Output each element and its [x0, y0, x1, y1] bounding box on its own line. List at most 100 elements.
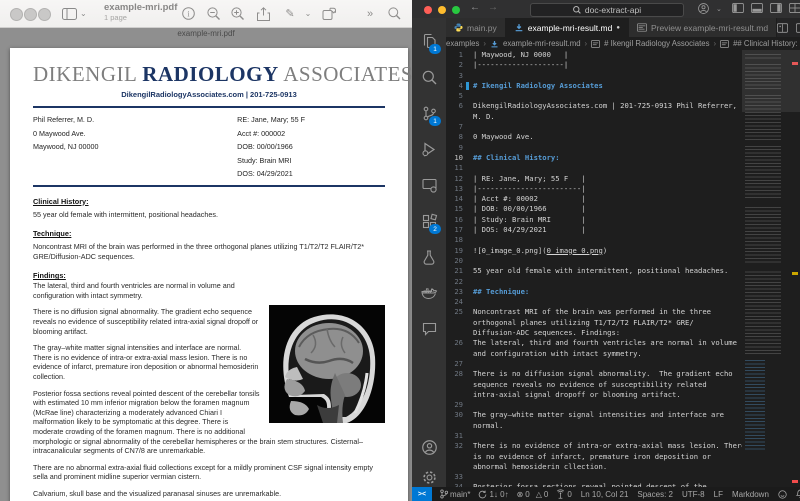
indentation[interactable]: Spaces: 2 [637, 490, 673, 499]
markup-button[interactable]: ✎ [282, 6, 298, 21]
editor-line[interactable]: sequence reveals no evidence of suscepti… [446, 380, 742, 390]
editor-line[interactable]: is no evidence of infarct, premature iro… [446, 452, 742, 462]
toggle-panel-icon[interactable] [751, 3, 763, 13]
editor-line[interactable]: intra-axial signal dropoff or blooming a… [446, 390, 742, 400]
editor-line[interactable]: 30The gray–white matter signal intensiti… [446, 410, 742, 420]
eol-sequence[interactable]: LF [714, 490, 723, 499]
editor-line[interactable]: M. D. [446, 112, 742, 122]
editor-line[interactable]: 28There is no diffusion signal abnormali… [446, 369, 742, 379]
explorer-icon[interactable]: 1 [412, 26, 446, 56]
editor-line[interactable]: 31 [446, 431, 742, 441]
editor-line-heading[interactable]: 10## Clinical History: [446, 153, 742, 163]
search-icon[interactable] [412, 62, 446, 92]
zoom-in-button[interactable] [230, 6, 246, 21]
split-editor-icon[interactable] [796, 23, 800, 33]
open-changes-icon[interactable] [777, 23, 788, 33]
git-branch-status[interactable]: main* [440, 489, 470, 499]
run-debug-icon[interactable] [412, 134, 446, 164]
search-button[interactable] [386, 6, 402, 21]
editor-line[interactable]: 26The lateral, third and fourth ventricl… [446, 338, 742, 348]
sync-status[interactable]: 1↓ 0↑ [478, 490, 508, 499]
editor-line-heading[interactable]: 23## Technique: [446, 287, 742, 297]
breadcrumb-symbol-h2[interactable]: ## Clinical History: [733, 39, 798, 48]
minimap[interactable] [742, 50, 787, 487]
breadcrumb-folder[interactable]: examples [446, 39, 479, 48]
notifications-bell-icon[interactable] [796, 489, 800, 499]
editor-line[interactable]: 2|--------------------| [446, 60, 742, 70]
editor-line[interactable]: 29 [446, 400, 742, 410]
editor-line[interactable]: 2155 year old female with intermittent, … [446, 266, 742, 276]
breadcrumb-file[interactable]: example-mri-result.md [503, 39, 581, 48]
zoom-window-button[interactable] [38, 8, 51, 21]
encoding[interactable]: UTF-8 [682, 490, 705, 499]
editor-line[interactable]: 22 [446, 277, 742, 287]
editor-line-heading[interactable]: 4# Ikengil Radiology Associates [446, 81, 742, 91]
extensions-icon[interactable]: 2 [412, 206, 446, 236]
editor-line[interactable]: 24 [446, 297, 742, 307]
editor-line[interactable]: abnormal hemosiderin cllection. [446, 462, 742, 472]
editor-line[interactable]: 12| RE: Jane, Mary; 55 F | [446, 174, 742, 184]
ports-status[interactable]: 0 [556, 490, 571, 499]
editor-line[interactable]: orthogonal planes utilizing T1/T2/T2 FLA… [446, 318, 742, 328]
editor-line[interactable]: 1| Maywood, NJ 0000 | [446, 50, 742, 60]
editor-line[interactable]: Diffusion-ADC sequences. Findings: [446, 328, 742, 338]
go-back-button[interactable]: ← [470, 2, 480, 13]
source-control-icon[interactable]: 1 [412, 98, 446, 128]
minimize-window-button[interactable] [438, 6, 446, 14]
remote-indicator[interactable]: >< [412, 487, 432, 501]
cursor-position[interactable]: Ln 10, Col 21 [581, 490, 629, 499]
zoom-window-button[interactable] [452, 6, 460, 14]
info-button[interactable]: i [180, 6, 196, 21]
rotate-button[interactable] [321, 6, 337, 21]
editor-line[interactable]: 17| DOS: 04/29/2021 | [446, 225, 742, 235]
editor-line[interactable]: normal. [446, 421, 742, 431]
command-center-search[interactable]: doc-extract-api [530, 3, 684, 17]
testing-icon[interactable] [412, 242, 446, 272]
editor-line[interactable]: 11 [446, 163, 742, 173]
editor-line[interactable]: 32There is no evidence of intra-or extra… [446, 441, 742, 451]
editor-line[interactable]: 15| DOB: 00/00/1966 | [446, 204, 742, 214]
docker-icon[interactable] [412, 278, 446, 308]
editor-line[interactable]: 13|------------------------| [446, 184, 742, 194]
editor-line[interactable]: and configuration with intact symmetry. [446, 349, 742, 359]
editor-line[interactable]: 27 [446, 359, 742, 369]
overview-ruler-scrollbar[interactable] [787, 50, 800, 487]
share-button[interactable] [255, 6, 271, 21]
markup-chevron[interactable]: ⌄ [300, 6, 316, 21]
editor-line[interactable]: 6DikengilRadiologyAssociates.com | 201-7… [446, 101, 742, 111]
editor-line[interactable]: 7 [446, 122, 742, 132]
language-mode[interactable]: Markdown [732, 490, 769, 499]
toolbar-overflow-button[interactable]: » [362, 6, 378, 21]
remote-explorer-icon[interactable] [412, 170, 446, 200]
toggle-secondary-sidebar-icon[interactable] [770, 3, 782, 13]
editor-line[interactable]: 19![0_image_0.png](0_image_0.png) [446, 246, 742, 256]
editor-line[interactable]: 14| Acct #: 00002 | [446, 194, 742, 204]
editor-line[interactable]: 20 [446, 256, 742, 266]
customize-layout-icon[interactable] [789, 3, 800, 13]
minimap-slider[interactable] [742, 50, 800, 112]
editor-line[interactable]: 25Noncontrast MRI of the brain was perfo… [446, 307, 742, 317]
toggle-sidebar-icon[interactable] [732, 3, 744, 13]
comments-icon[interactable] [412, 314, 446, 344]
account-menu[interactable]: ⌄ [698, 3, 722, 14]
problems-status[interactable]: ⊗0 △0 [517, 490, 549, 499]
editor-content[interactable]: 1| Maywood, NJ 0000 |2|-----------------… [446, 50, 742, 487]
tab-main-py[interactable]: main.py [446, 18, 506, 37]
editor-line[interactable]: 5 [446, 91, 742, 101]
account-icon[interactable] [412, 432, 446, 462]
editor-line[interactable]: 3 [446, 71, 742, 81]
sidebar-toggle-button[interactable]: ⌄ [62, 6, 96, 21]
minimize-window-button[interactable] [24, 8, 37, 21]
tab-preview-example-mri-result-md[interactable]: Preview example-mri-result.md [629, 18, 777, 37]
close-window-button[interactable] [10, 8, 23, 21]
editor-line[interactable]: 18 [446, 235, 742, 245]
editor-line[interactable]: 33 [446, 472, 742, 482]
markdown-image-link[interactable]: 0_image_0.png [547, 246, 603, 255]
editor-line[interactable]: 80 Maywood Ave. [446, 132, 742, 142]
tab-example-mri-result-md[interactable]: example-mri-result.md ● [506, 18, 629, 37]
go-forward-button[interactable]: → [488, 2, 498, 13]
editor-line[interactable]: 9 [446, 143, 742, 153]
close-window-button[interactable] [424, 6, 432, 14]
feedback-smiley-icon[interactable] [778, 490, 787, 499]
breadcrumb-symbol-h1[interactable]: # Ikengil Radiology Associates [604, 39, 709, 48]
